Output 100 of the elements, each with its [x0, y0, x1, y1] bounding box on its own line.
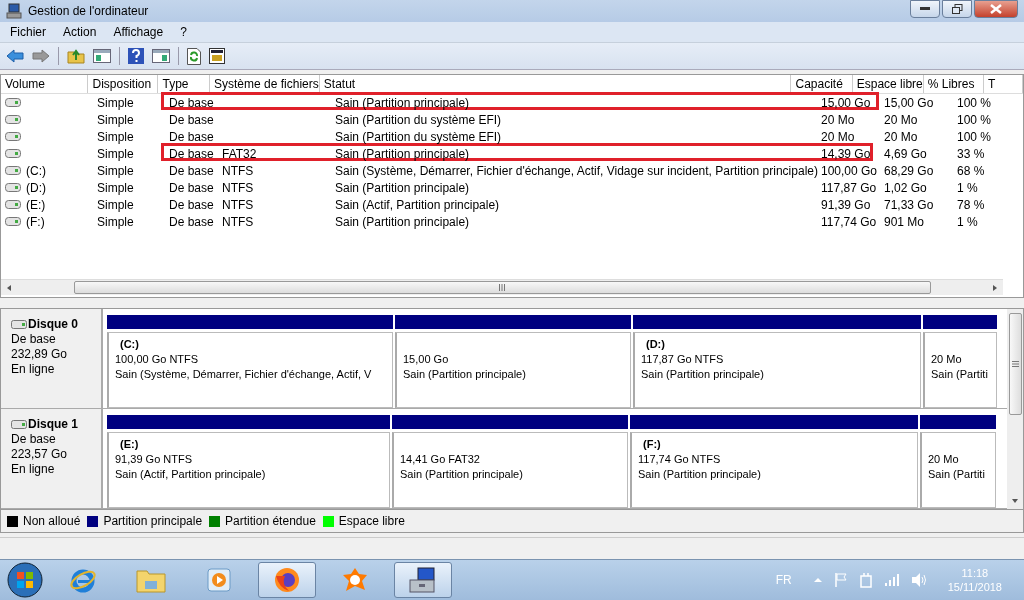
partition-block[interactable]: (E:) 91,39 Go NTFS Sain (Actif, Partition principale) [107, 431, 390, 508]
scroll-right-icon[interactable] [991, 283, 999, 292]
table-cell: 20 Mo [821, 129, 855, 144]
table-cell: Sain (Partition principale) [335, 180, 470, 195]
table-cell: (E:) [26, 197, 46, 212]
table-cell: Sain (Partition du système EFI) [335, 112, 502, 127]
splat-icon [341, 566, 369, 594]
table-cell: 20 Mo [884, 129, 918, 144]
disk-info-panel[interactable]: Disque 1 De base 223,57 Go En ligne [1, 409, 103, 508]
disk-info-panel[interactable]: Disque 0 De base 232,89 Go En ligne [1, 309, 103, 408]
partition-letter: (C:) [119, 336, 140, 352]
column-header[interactable]: Volume [1, 75, 89, 93]
action-pane-icon[interactable] [152, 49, 170, 63]
table-cell: 14,39 Go [821, 146, 871, 161]
partition-block[interactable]: 20 Mo Sain (Partiti [920, 431, 996, 508]
column-header[interactable]: Espace libre [852, 75, 924, 93]
table-cell: De base [169, 112, 214, 127]
table-cell: 1,02 Go [884, 180, 927, 195]
column-header[interactable]: Système de fichiers [210, 75, 320, 93]
table-cell: 20 Mo [884, 112, 918, 127]
forward-arrow-icon[interactable] [32, 49, 50, 63]
grip-icon[interactable] [499, 284, 505, 291]
grip-icon[interactable] [1011, 361, 1019, 367]
window-title: Gestion de l'ordinateur [28, 4, 149, 18]
refresh-icon[interactable] [187, 47, 201, 65]
partition-letter: (D:) [645, 336, 666, 352]
partition-size: 20 Mo [931, 351, 963, 367]
table-cell: NTFS [222, 197, 254, 212]
table-cell: 68 % [957, 163, 985, 178]
console-tree-icon[interactable] [93, 49, 111, 63]
menu-item[interactable]: Affichage [113, 25, 164, 39]
table-cell: De base [169, 129, 214, 144]
table-cell: (D:) [26, 180, 46, 195]
table-cell: 20 Mo [821, 112, 855, 127]
partition-size: 117,74 Go NTFS [638, 451, 722, 467]
column-header[interactable]: T [984, 75, 1023, 93]
properties-icon[interactable] [209, 48, 225, 64]
table-cell: Sain (Partition du système EFI) [335, 129, 502, 144]
legend-label: Partition principale [103, 514, 203, 528]
table-cell: 71,33 Go [884, 197, 934, 212]
scroll-down-icon[interactable] [1011, 497, 1019, 505]
disk-size: 232,89 Go [11, 347, 69, 362]
help-icon[interactable] [128, 48, 144, 64]
start-button[interactable] [6, 561, 44, 599]
drive-icon [5, 166, 21, 175]
column-header[interactable]: Statut [319, 75, 792, 93]
partition-status: Sain (Partition principale) [400, 466, 524, 482]
table-cell: 100,00 Go [821, 163, 878, 178]
close-button[interactable] [974, 0, 1018, 18]
table-cell: De base [169, 146, 214, 161]
partition-block[interactable]: (F:) 117,74 Go NTFS Sain (Partition principale) [630, 431, 918, 508]
disk-type: De base [11, 332, 57, 347]
partition-block[interactable]: 15,00 Go Sain (Partition principale) [395, 331, 631, 408]
taskbar-app-button[interactable] [258, 562, 316, 598]
column-header[interactable]: % Libres [923, 75, 984, 93]
menu-item[interactable]: Action [63, 25, 97, 39]
taskbar-app-button[interactable] [394, 562, 452, 598]
partition-block[interactable]: 20 Mo Sain (Partiti [923, 331, 997, 408]
table-cell: (C:) [26, 163, 46, 178]
column-header[interactable]: Type [158, 75, 211, 93]
disk-type: De base [11, 432, 57, 447]
partition-block[interactable]: (D:) 117,87 Go NTFS Sain (Partition principale) [633, 331, 921, 408]
menu-item[interactable]: Fichier [10, 25, 46, 39]
table-cell: Simple [97, 146, 134, 161]
drive-icon [5, 217, 21, 226]
table-cell: 33 % [957, 146, 985, 161]
disk-name: Disque 0 [28, 317, 78, 332]
menu-item[interactable]: ? [180, 25, 187, 39]
table-cell: Simple [97, 197, 134, 212]
table-cell: 100 % [957, 95, 992, 110]
table-cell: 1 % [957, 180, 978, 195]
horizontal-scrollbar[interactable] [1, 279, 1003, 295]
restore-icon [951, 4, 963, 14]
back-arrow-icon[interactable] [6, 49, 24, 63]
media-player-icon [206, 567, 232, 593]
partition-block[interactable]: 14,41 Go FAT32 Sain (Partition principale) [392, 431, 628, 508]
table-cell: NTFS [222, 214, 254, 229]
partition-size: 117,87 Go NTFS [641, 351, 725, 367]
restore-button[interactable] [942, 0, 972, 18]
drive-icon [5, 132, 21, 141]
column-header[interactable]: Capacité [791, 75, 853, 93]
folder-up-icon[interactable] [67, 48, 85, 64]
vertical-scrollbar[interactable] [1007, 309, 1023, 509]
table-cell: Simple [97, 95, 134, 110]
minimize-icon [920, 7, 930, 11]
drive-icon [5, 149, 21, 158]
table-cell: Simple [97, 214, 134, 229]
partition-size: 15,00 Go [403, 351, 450, 367]
partition-block[interactable]: (C:) 100,00 Go NTFS Sain (Système, Démarrer, Fichier d'échange, Actif, V [107, 331, 393, 408]
table-cell: Simple [97, 112, 134, 127]
scroll-left-icon[interactable] [5, 283, 13, 292]
disk-drive-icon [11, 420, 27, 429]
computer-toolbox-icon [408, 566, 438, 594]
table-cell: 901 Mo [884, 214, 925, 229]
partition-status: Sain (Partiti [928, 466, 986, 482]
table-cell: 117,74 Go [821, 214, 877, 229]
table-cell: Sain (Système, Démarrer, Fichier d'échange, Actif, Vidage sur incident, Partition principale) [335, 163, 818, 178]
table-cell: Simple [97, 163, 134, 178]
column-header[interactable]: Disposition [88, 75, 159, 93]
minimize-button[interactable] [910, 0, 940, 18]
